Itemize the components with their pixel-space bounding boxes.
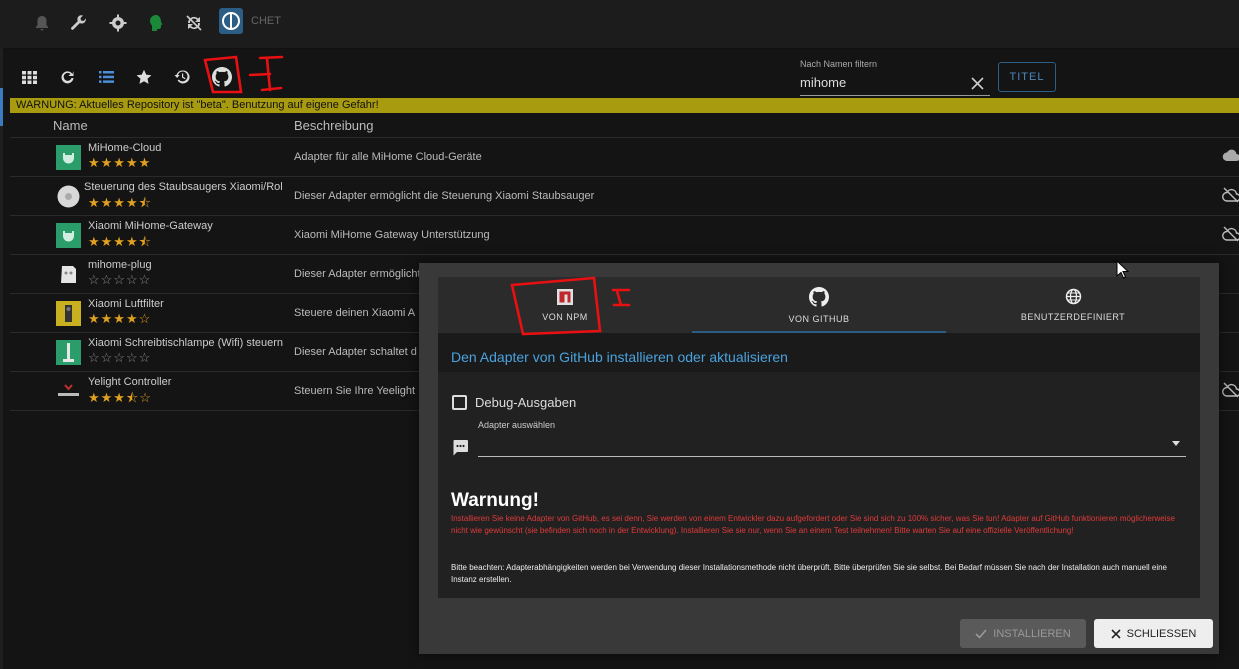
adapter-name: Xiaomi Schreibtischlampe (Wifi) steuern: [88, 337, 284, 349]
cloud-off-icon: [1222, 382, 1239, 398]
wrench-icon[interactable]: [68, 12, 90, 34]
table-row[interactable]: Xiaomi MiHome-Gateway ★★★★⯪ Xiaomi MiHom…: [10, 216, 1239, 255]
dialog-title: Den Adapter von GitHub installieren oder…: [451, 349, 788, 365]
adapter-name: Xiaomi Luftfilter: [88, 298, 164, 310]
debug-checkbox[interactable]: [452, 395, 467, 410]
table-row[interactable]: MiHome-Cloud ★★★★★ Adapter für alle MiHo…: [10, 138, 1239, 177]
airfilter-icon: [56, 301, 81, 326]
adapter-name: Steuerung des Staubsaugers Xiaomi/Rol: [84, 181, 283, 193]
mouse-cursor-icon: [1116, 259, 1130, 280]
adapter-description: Dieser Adapter ermöglicht: [294, 268, 421, 280]
install-button[interactable]: INSTALLIEREN: [960, 619, 1086, 648]
adapter-select[interactable]: [478, 436, 1168, 454]
left-strip: [0, 48, 3, 669]
close-button[interactable]: SCHLIESSEN: [1094, 619, 1213, 648]
adapter-description: Dieser Adapter ermöglicht die Steuerung …: [294, 190, 595, 202]
lamp-icon: [56, 340, 81, 365]
cloud-off-icon: [1222, 187, 1239, 203]
tab-label: VON NPM: [542, 311, 588, 322]
column-header-description[interactable]: Beschreibung: [294, 118, 374, 133]
logo-icon[interactable]: [219, 8, 243, 34]
warning-text: Installieren Sie keine Adapter von GitHu…: [451, 514, 1175, 535]
search-input[interactable]: mihome: [800, 73, 990, 96]
clear-icon[interactable]: [968, 74, 986, 92]
debug-label[interactable]: Debug-Ausgaben: [475, 395, 576, 410]
gear-icon[interactable]: [107, 12, 129, 34]
warning-bar: WARNUNG: Aktuelles Repository ist "beta"…: [10, 98, 1239, 113]
github-icon: [809, 286, 829, 307]
tab-label: VON GITHUB: [788, 313, 850, 324]
adapter-description: Xiaomi MiHome Gateway Unterstützung: [294, 229, 490, 241]
adapter-name: mihome-plug: [88, 259, 152, 271]
nav-indicator: [0, 88, 3, 126]
plug-icon: [56, 262, 81, 287]
close-icon: [1111, 628, 1121, 639]
bell-icon[interactable]: [31, 12, 53, 34]
dialog-header: Den Adapter von GitHub installieren oder…: [438, 333, 1200, 372]
rating-stars: ☆☆☆☆☆: [88, 272, 152, 287]
title-button[interactable]: TITEL: [998, 62, 1056, 92]
table-row[interactable]: Steuerung des Staubsaugers Xiaomi/Rol ★★…: [10, 177, 1239, 216]
grid-icon[interactable]: [18, 66, 40, 88]
cloud-icon: [1222, 148, 1239, 164]
check-icon: [975, 628, 987, 639]
star-icon[interactable]: [133, 66, 155, 88]
tab-custom[interactable]: BENUTZERDEFINIERT: [946, 277, 1200, 333]
chevron-down-icon[interactable]: [1172, 441, 1180, 446]
rating-stars: ★★★⯪☆: [88, 390, 152, 405]
rating-stars: ★★★★⯪: [88, 234, 152, 249]
adapter-name: Yelight Controller: [88, 376, 172, 388]
adapter-name: Xiaomi MiHome-Gateway: [88, 220, 213, 232]
yeelight-icon: [56, 379, 81, 404]
filter-label: Nach Namen filtern: [800, 59, 878, 69]
github-icon[interactable]: [211, 66, 233, 88]
select-underline: [478, 456, 1186, 457]
adapter-description: Adapter für alle MiHome Cloud-Geräte: [294, 151, 482, 163]
mihome-icon: [56, 145, 81, 170]
dialog-tabs: VON NPM VON GITHUB BENUTZERDEFINIERT: [438, 277, 1200, 333]
note-text: Bitte beachten: Adapterabhängigkeiten we…: [451, 563, 1168, 584]
adapter-description: Steuere deinen Xiaomi A: [294, 307, 416, 319]
tab-label: BENUTZERDEFINIERT: [1020, 312, 1126, 322]
list-icon[interactable]: [95, 66, 117, 88]
install-dialog: VON NPM VON GITHUB BENUTZERDEFINIERT Den…: [419, 263, 1219, 654]
adapter-name: MiHome-Cloud: [88, 142, 162, 154]
tab-npm[interactable]: VON NPM: [438, 277, 692, 333]
rating-stars: ☆☆☆☆☆: [88, 350, 152, 365]
history-icon[interactable]: [171, 66, 193, 88]
adapter-description: Dieser Adapter schaltet d: [294, 346, 417, 358]
chat-icon: [452, 439, 469, 456]
vacuum-icon: [56, 184, 81, 209]
warning-title: Warnung!: [451, 490, 539, 511]
rating-stars: ★★★★★: [88, 155, 152, 170]
mihome-icon: [56, 223, 81, 248]
cloud-off-icon: [1222, 226, 1239, 242]
install-label: INSTALLIEREN: [993, 627, 1071, 640]
rating-stars: ★★★★⯪: [88, 195, 152, 210]
adapter-description: Steuern Sie Ihre Yeelight: [294, 385, 416, 397]
rating-stars: ★★★★☆: [88, 311, 152, 326]
tab-github[interactable]: VON GITHUB: [692, 277, 946, 333]
hazard-icon[interactable]: [145, 12, 167, 34]
top-bar: CHET: [0, 0, 1239, 49]
globe-icon: [1065, 288, 1081, 305]
dialog-body: Den Adapter von GitHub installieren oder…: [438, 333, 1200, 598]
select-label: Adapter auswählen: [478, 420, 556, 430]
refresh-icon[interactable]: [56, 66, 78, 88]
logo-text: CHET: [251, 15, 281, 27]
column-header-name[interactable]: Name: [53, 118, 88, 133]
sync-icon[interactable]: [183, 12, 205, 34]
npm-icon: [557, 288, 573, 305]
close-label: SCHLIESSEN: [1126, 627, 1197, 640]
